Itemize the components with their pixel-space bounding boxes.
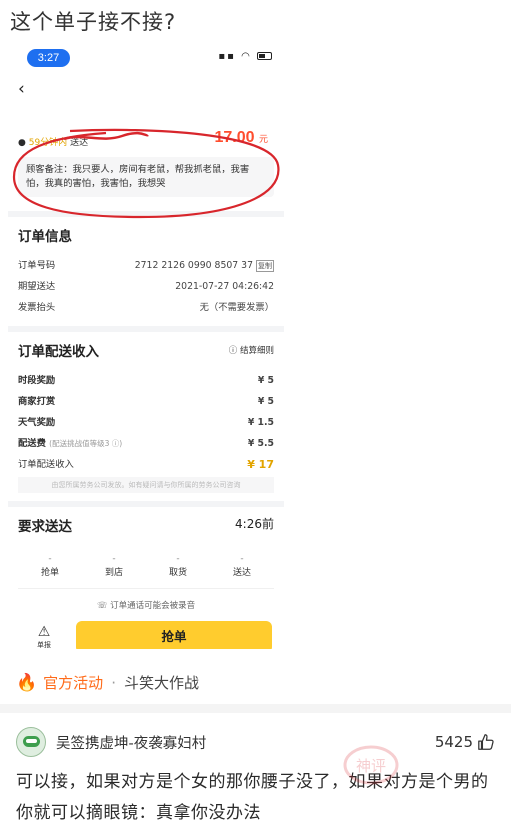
- comment-text: 可以接，如果对方是个女的那你腰子没了，如果对方是个男的你就可以摘眼镜：真拿你没办…: [16, 772, 489, 823]
- signal-icon: ▪▪: [218, 51, 236, 62]
- avatar[interactable]: [16, 727, 46, 757]
- like-button[interactable]: 5425: [435, 733, 495, 751]
- scribble-mark: [63, 131, 149, 141]
- flame-icon: 🔥: [16, 672, 38, 693]
- customer-note: 顾客备注：我只要人，房间有老鼠，帮我抓老鼠，我害怕，我真的害怕，我害怕，我想哭: [18, 157, 274, 197]
- wifi-icon: ◠: [241, 51, 252, 62]
- step-item: - 取货: [168, 554, 187, 578]
- order-header: ‹ ● 59分钟内 送达 17.00 元 顾客备注：我只要人，房间有老鼠，帮我抓…: [8, 71, 284, 219]
- post-title: 这个单子接不接?: [10, 10, 177, 34]
- like-count: 5425: [434, 733, 473, 751]
- invoice-value: 无（不需要发票）: [199, 302, 274, 313]
- action-bar: ⚠ 单报 抢单: [18, 617, 274, 649]
- order-number-row: 订单号码 2712 2126 0990 8507 37 复制: [18, 255, 274, 276]
- comment-card: 吴签携虚坤-夜袭寡妇村 5425 神评 可以接，如果对方是个女的那你腰子没了，如…: [0, 713, 511, 831]
- delivery-time: 4:26前: [235, 517, 274, 531]
- back-arrow-icon[interactable]: ‹: [18, 79, 38, 99]
- status-bar: 3:27 ▪▪ ◠: [8, 45, 284, 71]
- activity-tag: 官方活动: [43, 674, 104, 692]
- activity-separator: ·: [111, 673, 116, 692]
- step-item: - 抢单: [40, 554, 59, 578]
- expected-delivery-value: 2021-07-27 04:26:42: [175, 281, 274, 292]
- income-row: 时段奖励 ¥ 5: [18, 375, 274, 386]
- order-info-section: 订单信息 订单号码 2712 2126 0990 8507 37 复制 期望送达 …: [8, 217, 284, 326]
- activity-bar[interactable]: 🔥 官方活动 · 斗笑大作战: [16, 672, 199, 693]
- record-notice: ☏ 订单通话可能会被录音: [18, 588, 274, 617]
- step-item: - 到店: [104, 554, 123, 578]
- step-item: - 送达: [232, 554, 251, 578]
- svg-text:神评: 神评: [356, 757, 386, 775]
- income-row: 天气奖励 ¥ 1.5: [18, 417, 274, 428]
- income-heading: 订单配送收入: [18, 344, 99, 360]
- income-disclaimer: 由您所属劳务公司发放。如有疑问请与你所属的劳务公司咨询: [18, 477, 274, 493]
- invoice-row: 发票抬头 无（不需要发票）: [18, 297, 274, 318]
- single-report-button[interactable]: ⚠ 单报: [22, 624, 66, 649]
- income-row: 商家打赏 ¥ 5: [18, 396, 274, 407]
- system-icons: ▪▪ ◠: [218, 51, 272, 62]
- battery-icon: [257, 52, 272, 60]
- activity-topic: 斗笑大作战: [123, 674, 199, 692]
- grab-order-button[interactable]: 抢单: [76, 621, 272, 649]
- invoice-label: 发票抬头: [18, 302, 56, 313]
- delivery-section: 要求送达 4:26前 - 抢单 - 到店 - 取货 - 送达 ☏ 订单通话可能会被录音 …: [8, 507, 284, 649]
- order-info-heading: 订单信息: [18, 229, 72, 245]
- divider: [0, 704, 511, 713]
- order-price: 17.00 元: [214, 129, 268, 146]
- phone-icon: ☏: [96, 601, 108, 611]
- copy-button[interactable]: 复制: [256, 259, 274, 272]
- delivery-heading: 要求送达: [18, 519, 72, 535]
- income-total-row: 订单配送收入 ¥ 17: [18, 458, 274, 471]
- hot-comment-stamp: 神评: [343, 745, 399, 785]
- siren-icon: ⚠: [37, 624, 51, 640]
- order-number-value: 2712 2126 0990 8507 37: [134, 260, 253, 271]
- delivery-steps: - 抢单 - 到店 - 取货 - 送达: [18, 553, 274, 578]
- settlement-rules-link[interactable]: ⓘ 结算细则: [229, 344, 274, 356]
- thumbs-up-icon: [478, 734, 494, 750]
- info-icon: ⓘ: [228, 346, 238, 356]
- status-time: 3:27: [27, 49, 70, 67]
- phone-screenshot: 3:27 ▪▪ ◠ ‹ ● 59分钟内 送达 17.00 元 顾客备注：我只要人…: [8, 45, 284, 649]
- expected-delivery-label: 期望送达: [18, 281, 56, 292]
- income-row: 配送费 (配送挑战值等级3 ⓘ) ¥ 5.5: [18, 438, 274, 449]
- order-number-label: 订单号码: [18, 260, 56, 271]
- income-section: 订单配送收入 ⓘ 结算细则 时段奖励 ¥ 5 商家打赏 ¥ 5 天气奖励 ¥ 1.5 …: [8, 332, 284, 501]
- expected-delivery-row: 期望送达 2021-07-27 04:26:42: [18, 276, 274, 297]
